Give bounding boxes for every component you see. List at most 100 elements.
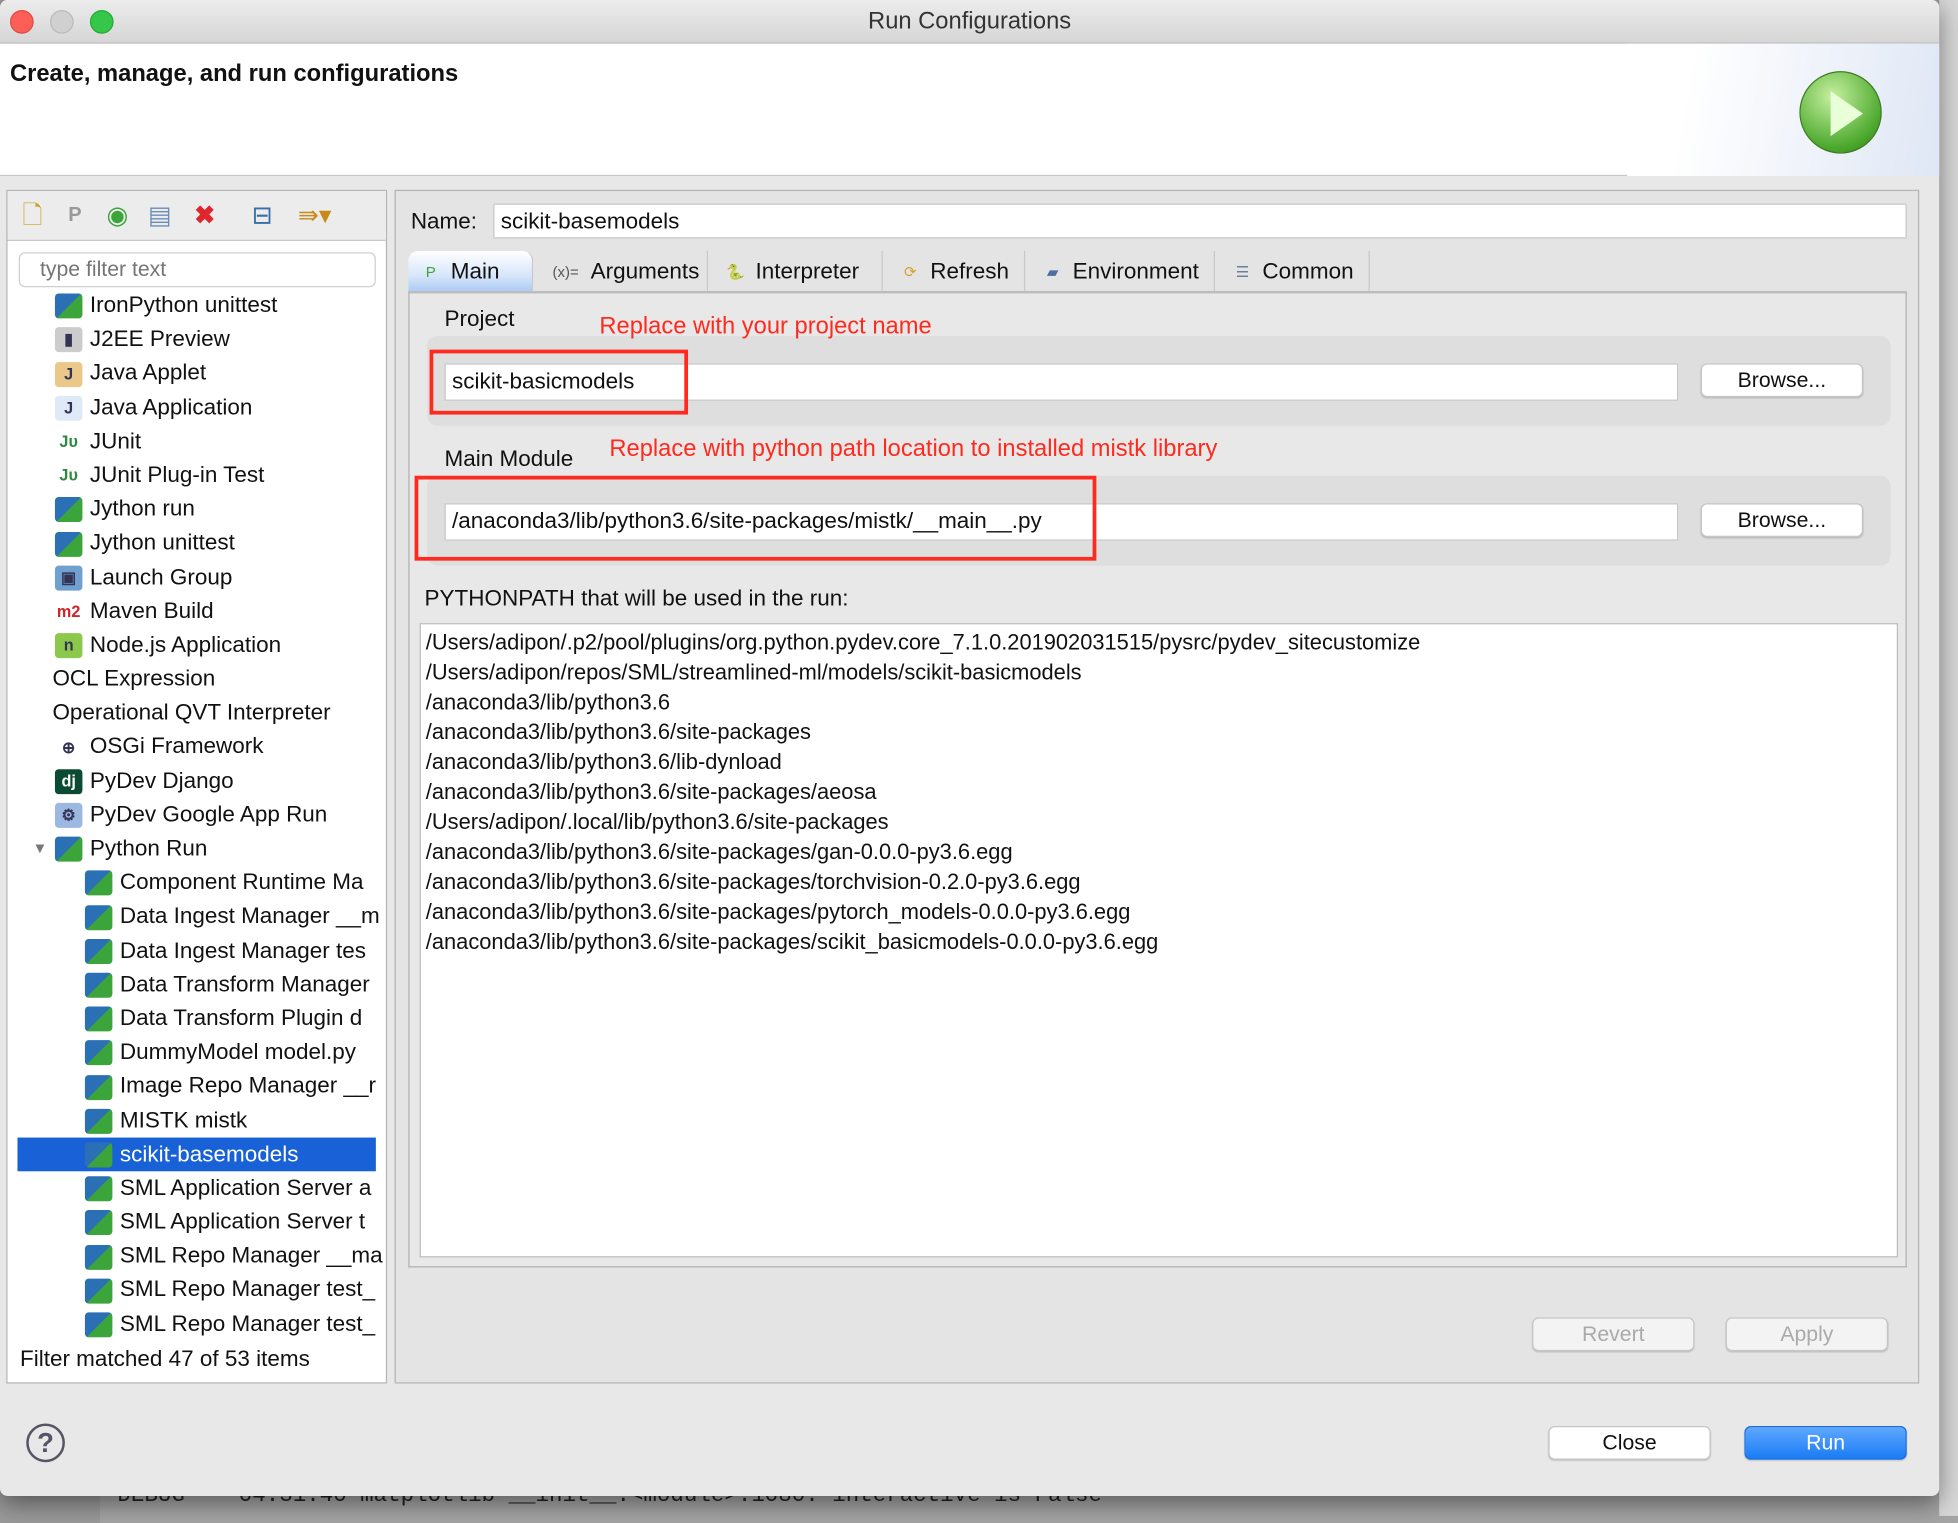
tree-item-label: Operational QVT Interpreter: [52, 699, 331, 725]
title-bar: Run Configurations: [0, 0, 1940, 44]
browse-project-button[interactable]: Browse...: [1700, 363, 1864, 398]
zoom-window-button[interactable]: [89, 9, 114, 34]
tree-item-label: Jython unittest: [89, 529, 235, 555]
tree-item[interactable]: m2 Maven Build: [7, 594, 385, 628]
run-button[interactable]: Run: [1744, 1426, 1907, 1460]
pythonpath-entry: /anaconda3/lib/python3.6/site-packages/t…: [425, 869, 1081, 895]
browse-module-button[interactable]: Browse...: [1700, 503, 1864, 537]
project-annotation: Replace with your project name: [599, 313, 932, 340]
tree-item-label: Image Repo Manager __r: [119, 1073, 377, 1098]
py-icon: [54, 836, 83, 862]
config-tabs: P Main (x)= Arguments 🐍 Interpreter ⟳ Refresh ▰ E…: [408, 250, 1657, 293]
tree-item[interactable]: Data Transform Manager: [7, 967, 385, 1001]
project-highlight-box: [429, 349, 689, 415]
tree-item[interactable]: ▮ J2EE Preview: [7, 322, 385, 356]
pythonpath-list: /Users/adipon/.p2/pool/plugins/org.pytho…: [419, 623, 1899, 1258]
tree-item-label: PyDev Google App Run: [89, 801, 328, 827]
close-window-button[interactable]: [9, 9, 34, 34]
tree-item[interactable]: Data Ingest Manager tes: [7, 933, 385, 967]
tab-interpreter[interactable]: 🐍 Interpreter: [713, 250, 883, 293]
tree-item-label: JUnit Plug-in Test: [89, 461, 265, 487]
tree-item-label: Python Run: [89, 835, 208, 861]
tree-item[interactable]: Jython run: [7, 492, 385, 526]
tree-item[interactable]: Data Ingest Manager __m: [7, 900, 385, 934]
new-prototype-icon[interactable]: P: [60, 201, 90, 231]
duplicate-icon[interactable]: ▤: [145, 201, 175, 231]
expand-toggle-icon[interactable]: ▼: [32, 832, 47, 866]
tree-item-label: SML Repo Manager test_: [119, 1276, 376, 1302]
tree-item[interactable]: SML Application Server a: [7, 1171, 385, 1205]
background-editor: [1939, 0, 1958, 1516]
header-title: Create, manage, and run configurations: [9, 61, 459, 88]
filter-input[interactable]: [18, 252, 376, 288]
tree-item[interactable]: OCL Expression: [7, 662, 385, 696]
junit-icon: Jᴜ: [54, 463, 83, 489]
apply-button[interactable]: Apply: [1725, 1317, 1889, 1352]
minimize-window-button[interactable]: [49, 9, 74, 34]
tree-item[interactable]: Operational QVT Interpreter: [7, 696, 385, 730]
tree-item[interactable]: J Java Applet: [7, 356, 385, 390]
run-banner-icon: [1799, 71, 1882, 154]
server-icon: ▮: [54, 327, 83, 353]
tree-item[interactable]: ⊕ OSGi Framework: [7, 730, 385, 764]
tree-item-label: MISTK mistk: [119, 1106, 248, 1132]
py-icon: [84, 1278, 113, 1304]
java-icon: J: [54, 395, 83, 421]
tree-item[interactable]: ⚙ PyDev Google App Run: [7, 798, 385, 832]
pythonpath-entry: /Users/adipon/.local/lib/python3.6/site-…: [425, 809, 889, 835]
tab-common[interactable]: ☰ Common: [1220, 250, 1370, 293]
main-tab-panel: Project scikit-basicmodels Browse... Rep…: [408, 290, 1907, 1268]
tree-item[interactable]: scikit-basemodels: [17, 1137, 376, 1172]
launch-icon[interactable]: ◉: [102, 201, 132, 231]
tree-item[interactable]: SML Repo Manager __ma: [7, 1239, 385, 1273]
tree-item[interactable]: Data Transform Plugin d: [7, 1001, 385, 1035]
tree-item-label: Java Applet: [89, 360, 207, 386]
node-icon: n: [54, 633, 83, 659]
tree-item[interactable]: n Node.js Application: [7, 628, 385, 662]
tree-item-label: OSGi Framework: [89, 733, 264, 759]
junit-icon: Jᴜ: [54, 429, 83, 455]
tree-item[interactable]: MISTK mistk: [7, 1103, 385, 1137]
filter-icon[interactable]: ⇛▾: [290, 201, 340, 231]
tab-refresh[interactable]: ⟳ Refresh: [888, 250, 1026, 293]
tree-item[interactable]: J Java Application: [7, 390, 385, 424]
gae-icon: ⚙: [54, 802, 83, 828]
tree-item-label: Jython run: [89, 495, 195, 521]
name-input[interactable]: scikit-basemodels: [493, 203, 1907, 239]
py-icon: [84, 1074, 113, 1100]
tree-item[interactable]: Jᴜ JUnit: [7, 424, 385, 458]
tree-item[interactable]: Image Repo Manager __r: [7, 1069, 385, 1103]
tree-item[interactable]: dj PyDev Django: [7, 764, 385, 798]
tab-main[interactable]: P Main: [408, 250, 534, 293]
config-tree-panel: 🗋 P ◉ ▤ ✖ ⊟ ⇛▾ IronPython unittest▮J2EE …: [6, 189, 388, 1384]
py-icon: [84, 1176, 113, 1202]
m2-icon: m2: [54, 599, 83, 625]
pythonpath-entry: /Users/adipon/.p2/pool/plugins/org.pytho…: [425, 629, 1421, 655]
tree-item[interactable]: SML Repo Manager test_: [7, 1273, 385, 1307]
tree-item[interactable]: SML Application Server t: [7, 1205, 385, 1239]
tree-item[interactable]: ▼ Python Run: [7, 832, 385, 866]
common-icon: ☰: [1235, 263, 1250, 282]
tree-item[interactable]: IronPython unittest: [7, 288, 385, 322]
tree-item[interactable]: Component Runtime Ma: [7, 866, 385, 900]
delete-icon[interactable]: ✖: [190, 201, 220, 231]
tree-item[interactable]: SML Repo Manager test_: [7, 1307, 385, 1338]
pythonpath-entry: /anaconda3/lib/python3.6/site-packages/p…: [425, 899, 1131, 925]
tree-item[interactable]: Jython unittest: [7, 526, 385, 560]
help-icon[interactable]: ?: [26, 1423, 65, 1463]
tab-arguments[interactable]: (x)= Arguments: [538, 250, 709, 293]
tree-item-label: PyDev Django: [89, 767, 234, 793]
new-config-icon[interactable]: 🗋: [17, 201, 47, 231]
module-highlight-box: [414, 475, 1097, 561]
tree-item[interactable]: ▣ Launch Group: [7, 560, 385, 594]
tree-item[interactable]: Jᴜ JUnit Plug-in Test: [7, 458, 385, 492]
tab-label: Main: [450, 258, 500, 284]
pythonpath-label: PYTHONPATH that will be used in the run:: [424, 585, 849, 611]
run-configurations-dialog: Run Configurations Create, manage, and r…: [0, 0, 1940, 1496]
close-button[interactable]: Close: [1548, 1426, 1711, 1460]
pythonpath-entry: /anaconda3/lib/python3.6: [425, 689, 671, 715]
collapse-all-icon[interactable]: ⊟: [247, 201, 277, 231]
revert-button[interactable]: Revert: [1532, 1317, 1695, 1352]
tree-item[interactable]: DummyModel model.py: [7, 1035, 385, 1069]
tab-environment[interactable]: ▰ Environment: [1030, 250, 1215, 293]
